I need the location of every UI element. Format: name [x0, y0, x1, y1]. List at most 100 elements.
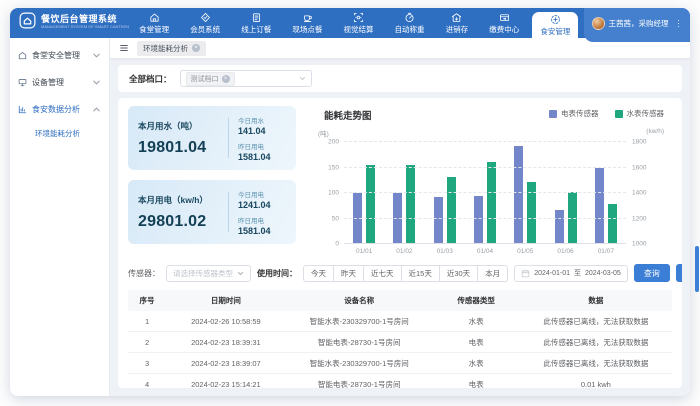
divider — [228, 192, 229, 232]
right-axis-tick: 1200 — [632, 215, 646, 222]
sidebar-subitem-energy-analysis[interactable]: 环境能耗分析 — [10, 123, 109, 146]
table-cell: 0.01 kwh — [520, 374, 672, 389]
user-menu[interactable]: 王茜茜，采购经理 — [584, 8, 691, 42]
x-axis-label: 01/07 — [588, 248, 624, 255]
stat-title: 本月用水（吨） — [138, 120, 219, 132]
time-preset-button[interactable]: 今天 — [303, 265, 334, 282]
table-header-cell: 序号 — [128, 290, 166, 311]
table-row[interactable]: 22024-02-23 18:39:31智能电表-28730-1号房间电表此传感… — [128, 332, 672, 353]
nav-item-inventory[interactable]: 进销存 — [438, 8, 477, 38]
bar-group — [588, 142, 624, 244]
online-order-icon — [251, 12, 262, 23]
stat-sub-label: 昨日用电 — [238, 141, 286, 151]
more-menu-icon[interactable] — [676, 18, 682, 30]
canteen-icon — [149, 12, 160, 23]
sensor-filter-label: 传感器： — [128, 268, 160, 279]
legend-item[interactable]: 电表传感器 — [549, 108, 599, 119]
x-axis-label: 01/03 — [427, 248, 463, 255]
nav-label: 缴费中心 — [489, 24, 519, 35]
stat-sub-value: 1581.04 — [238, 226, 286, 236]
analysis-icon — [18, 105, 27, 114]
gridline — [344, 218, 626, 219]
table-cell: 智能电表-28730-1号房间 — [286, 332, 433, 353]
x-axis-label: 01/06 — [548, 248, 584, 255]
table-header-cell: 数据 — [520, 290, 672, 311]
nav-item-online-order[interactable]: 线上订餐 — [233, 8, 279, 38]
tab-environment-energy[interactable]: 环境能耗分析 × — [137, 41, 206, 56]
bar-group — [386, 142, 422, 244]
x-axis-label: 01/05 — [507, 248, 543, 255]
food-safety-icon — [550, 14, 561, 25]
nav-label: 视觉结算 — [343, 24, 373, 35]
left-axis-tick: 150 — [328, 164, 339, 171]
refresh-button[interactable] — [676, 264, 682, 282]
scrollbar-thumb[interactable] — [695, 246, 699, 292]
left-axis-tick: 200 — [328, 139, 339, 146]
stall-filter-label: 全部档口： — [129, 73, 172, 85]
nav-item-canteen[interactable]: 食堂管理 — [131, 8, 177, 38]
stat-sub-value: 1581.04 — [238, 152, 286, 162]
chevron-up-icon — [92, 105, 101, 114]
nav-item-payment-center[interactable]: 缴费中心 — [481, 8, 527, 38]
stat-card: 本月用水（吨）19801.04今日用水141.04昨日用电1581.04 — [128, 106, 296, 170]
tab-close-icon[interactable]: × — [192, 44, 200, 52]
bar-group — [427, 142, 463, 244]
nav-item-auto-weigh[interactable]: 自动称重 — [387, 8, 433, 38]
nav-label: 食堂管理 — [139, 24, 169, 35]
calendar-icon — [521, 269, 530, 278]
bar-water-meter — [366, 165, 375, 244]
nav-item-visual-checkout[interactable]: 视觉结算 — [335, 8, 381, 38]
table-row[interactable]: 32024-02-23 18:39:07智能水表-230329700-1号房间水… — [128, 353, 672, 374]
sidebar-item-analysis[interactable]: 食安数据分析 — [10, 96, 109, 123]
table-row[interactable]: 12024-02-26 10:58:59智能水表-230329700-1号房间水… — [128, 311, 672, 332]
nav-item-member[interactable]: 会员系统 — [182, 8, 228, 38]
chart-bars — [344, 142, 626, 244]
app-window: 餐饮后台管理系统 MANAGEMENT SYSTEM OF SMART CANT… — [10, 8, 690, 396]
bar-group — [507, 142, 543, 244]
left-axis-tick: 50 — [332, 215, 339, 222]
bar-electric-meter — [393, 193, 402, 244]
time-preset-button[interactable]: 昨天 — [333, 265, 364, 282]
sidebar-item-device[interactable]: 设备管理 — [10, 69, 109, 96]
bar-electric-meter — [353, 193, 362, 244]
right-axis-tick: 1800 — [632, 139, 646, 146]
collapse-menu-icon[interactable] — [119, 43, 129, 53]
x-axis-labels: 01/0101/0201/0301/0401/0501/0601/07 — [344, 248, 626, 255]
time-preset-button[interactable]: 本月 — [477, 265, 508, 282]
date-range-picker[interactable]: 2024-01-01 至 2024-03-05 — [514, 265, 628, 282]
time-preset-button[interactable]: 近15天 — [401, 265, 440, 282]
gridline — [344, 243, 626, 244]
nav-item-food-safety[interactable]: 食安管理 — [532, 12, 578, 38]
time-preset-button[interactable]: 近30天 — [439, 265, 478, 282]
legend-item[interactable]: 水表传感器 — [615, 108, 665, 119]
sensor-type-select[interactable]: 请选择传感器类型 — [166, 265, 251, 282]
table-cell: 2024-02-23 18:39:07 — [166, 353, 286, 374]
date-separator: 至 — [574, 268, 581, 278]
nav-item-onsite-order[interactable]: 现场点餐 — [284, 8, 330, 38]
dashboard-card: 本月用水（吨）19801.04今日用水141.04昨日用电1581.04 本月用电… — [118, 98, 682, 388]
table-row[interactable]: 42024-02-23 15:14:21智能电表-28730-1号房间电表0.0… — [128, 374, 672, 389]
sensor-data-table: 序号日期时间设备名称传感器类型数据 12024-02-26 10:58:59智能… — [128, 290, 672, 388]
chevron-down-icon — [299, 75, 306, 82]
table-cell: 水表 — [433, 311, 520, 332]
left-axis-tick: 0 — [335, 241, 339, 248]
nav-label: 自动称重 — [395, 24, 425, 35]
table-cell: 智能水表-230329700-1号房间 — [286, 311, 433, 332]
table-cell: 智能电表-28730-1号房间 — [286, 374, 433, 389]
query-button[interactable]: 查询 — [634, 264, 670, 282]
bar-group — [548, 142, 584, 244]
left-axis-tick: 100 — [328, 190, 339, 197]
safety-icon — [18, 51, 27, 60]
table-cell: 智能水表-230329700-1号房间 — [286, 353, 433, 374]
sidebar-item-safety[interactable]: 食堂安全管理 — [10, 42, 109, 69]
stat-title: 本月用电（kw/h） — [138, 194, 219, 206]
right-axis-unit: (kw/h) — [646, 128, 664, 135]
device-icon — [18, 78, 27, 87]
stall-select[interactable]: 测试档口 × — [180, 70, 312, 87]
time-preset-button[interactable]: 近七天 — [363, 265, 402, 282]
tag-close-icon[interactable]: × — [222, 75, 230, 83]
bar-group — [467, 142, 503, 244]
nav-label: 线上订餐 — [241, 24, 271, 35]
stat-card: 本月用电（kw/h）29801.02今日用电1241.04昨日用电1581.04 — [128, 180, 296, 244]
stat-sub-label: 今日用水 — [238, 115, 286, 125]
